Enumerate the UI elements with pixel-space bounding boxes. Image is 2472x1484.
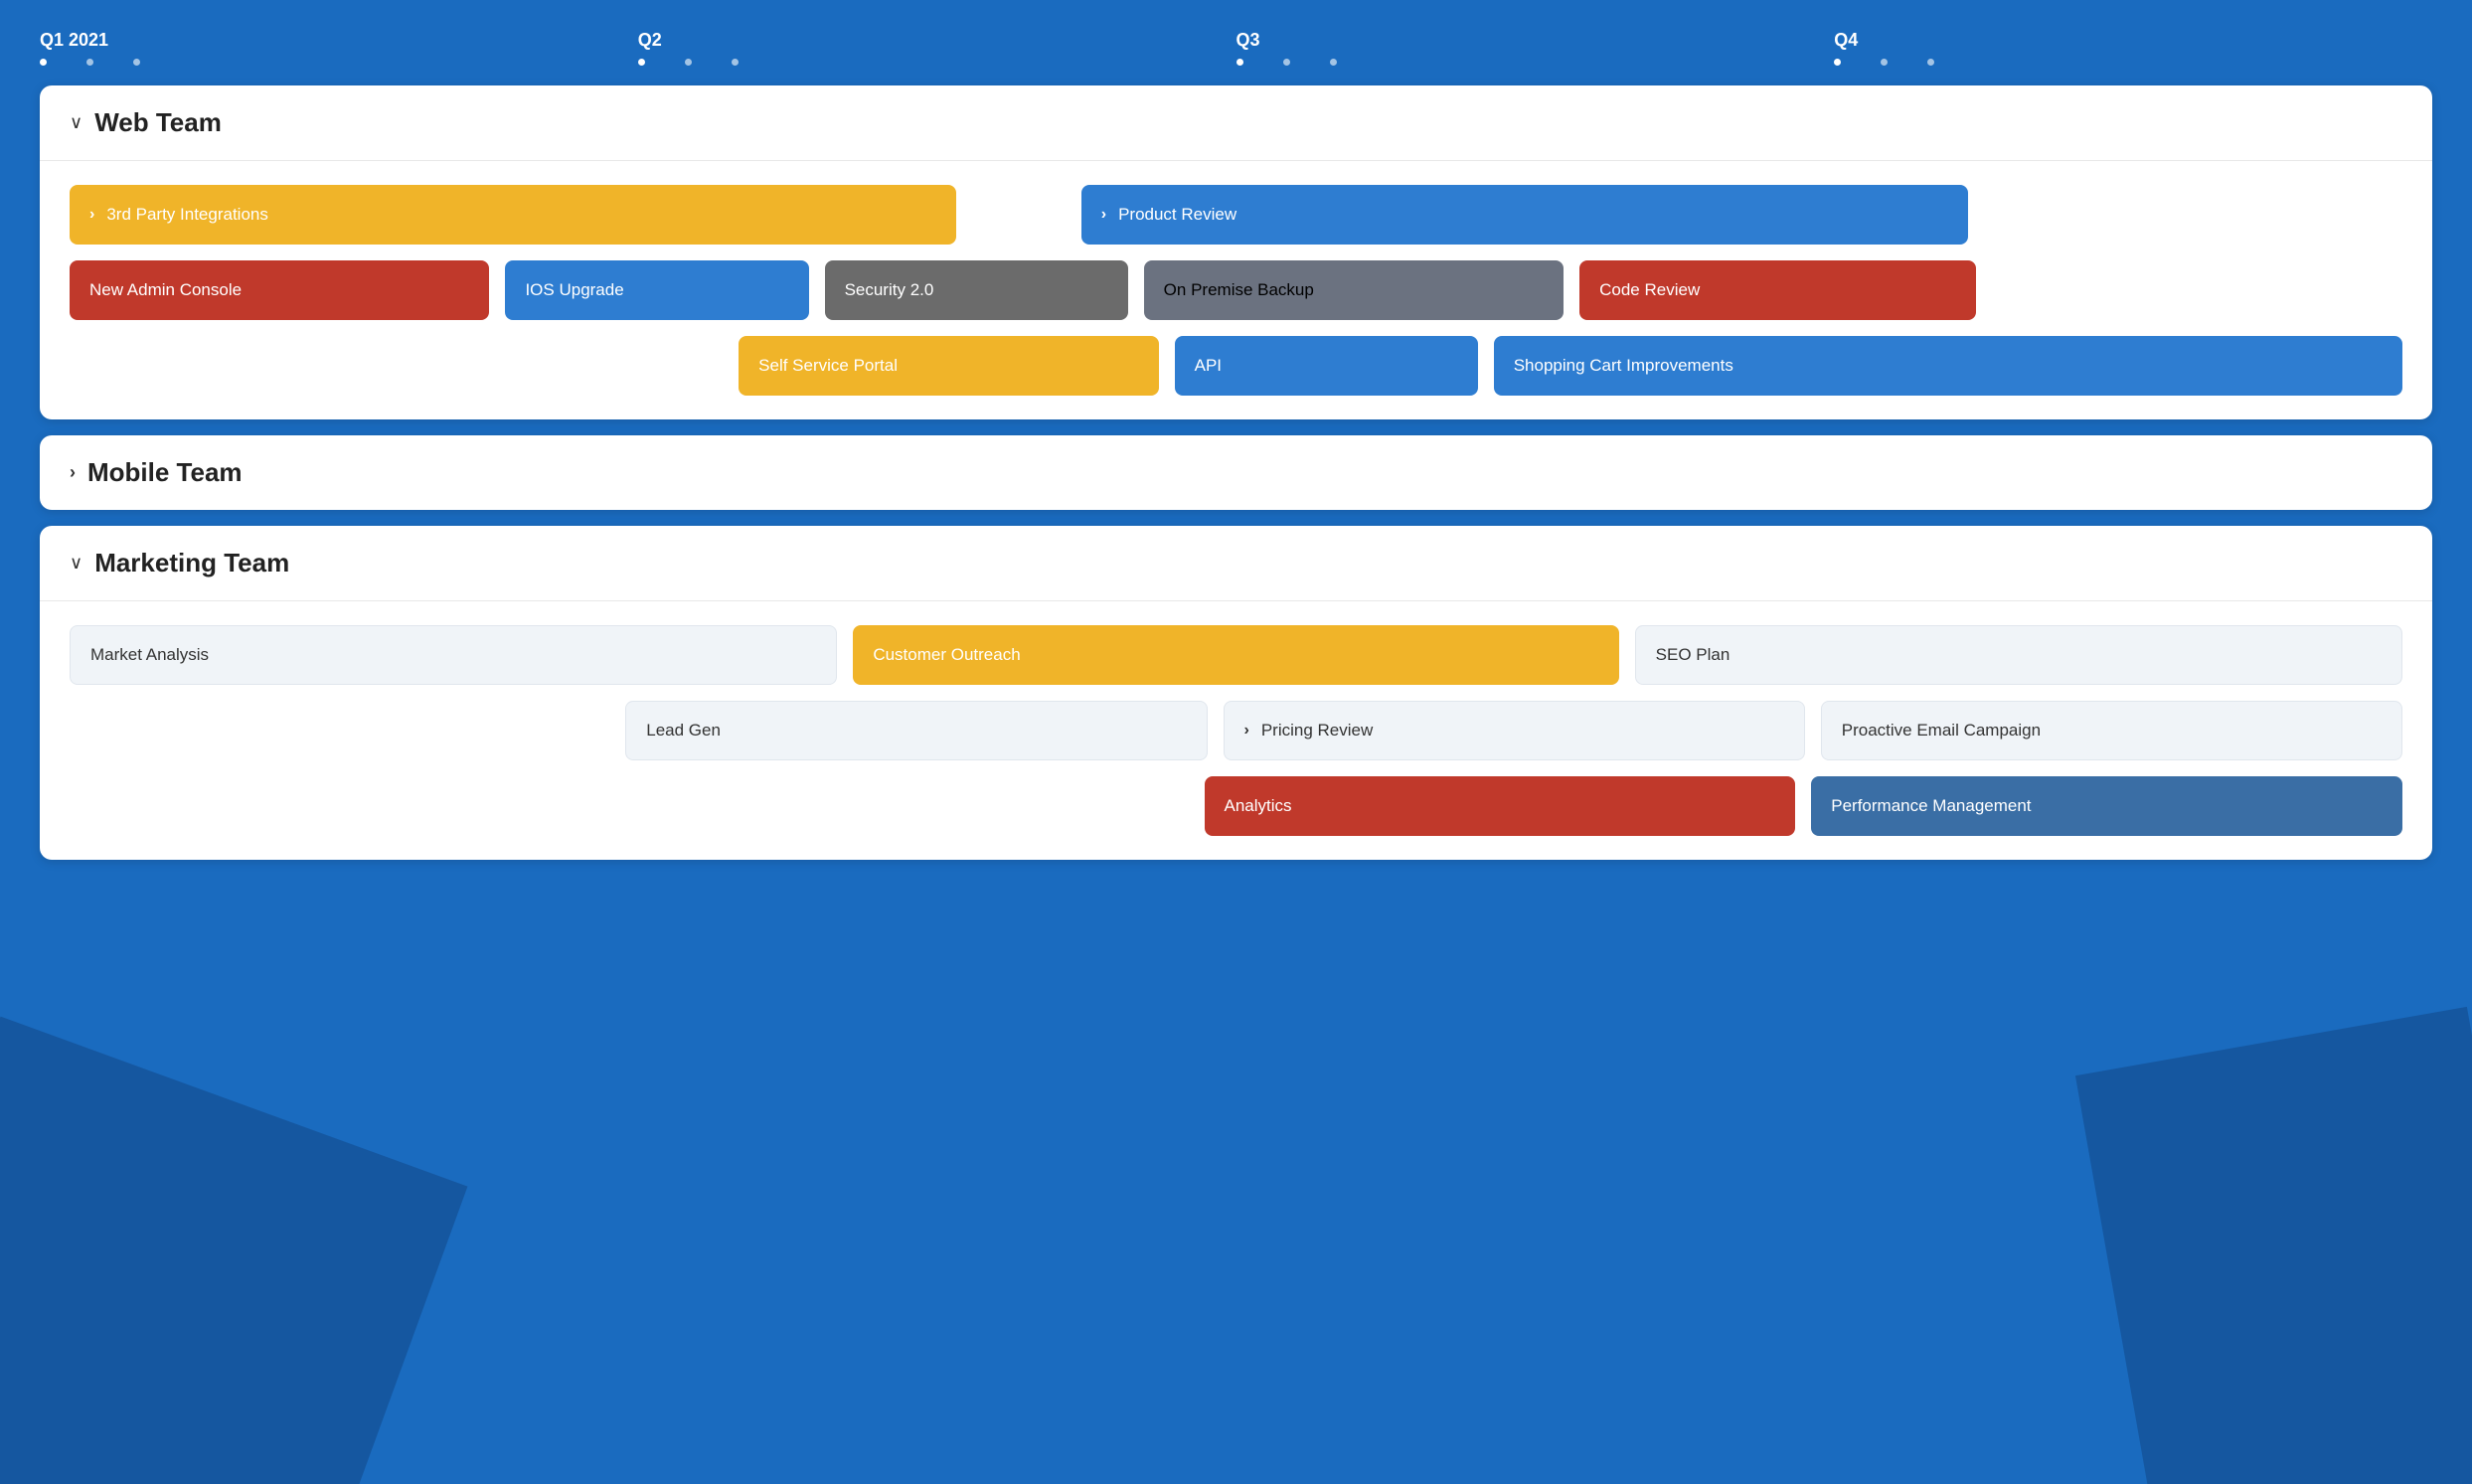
api-label: API (1195, 356, 1222, 376)
marketing-team-header[interactable]: ∨ Marketing Team (40, 526, 2432, 601)
q3-label: Q3 (1236, 30, 1835, 51)
dot (1881, 59, 1888, 66)
web-row-1: › 3rd Party Integrations › Product Revie… (70, 185, 2402, 245)
code-review-label: Code Review (1599, 280, 1700, 300)
quarter-q3: Q3 (1236, 30, 1835, 66)
on-premise-backup-label: On Premise Backup (1164, 280, 1314, 300)
mkt-row3-spacer2 (637, 776, 1189, 836)
mobile-team-section: › Mobile Team (40, 435, 2432, 510)
q2-label: Q2 (638, 30, 1236, 51)
seo-plan-card[interactable]: SEO Plan (1635, 625, 2402, 685)
dot (40, 59, 47, 66)
ios-upgrade-label: IOS Upgrade (525, 280, 623, 300)
dot (1834, 59, 1841, 66)
3rd-party-integrations-label: 3rd Party Integrations (106, 205, 268, 225)
market-analysis-card[interactable]: Market Analysis (70, 625, 837, 685)
code-review-card[interactable]: Code Review (1579, 260, 1976, 320)
new-admin-console-card[interactable]: New Admin Console (70, 260, 489, 320)
self-service-portal-card[interactable]: Self Service Portal (739, 336, 1158, 396)
marketing-row-2: Lead Gen › Pricing Review Proactive Emai… (70, 701, 2402, 760)
web-team-title: Web Team (94, 107, 222, 138)
product-review-card[interactable]: › Product Review (1081, 185, 1968, 245)
performance-management-label: Performance Management (1831, 796, 2031, 816)
q4-label: Q4 (1834, 30, 2432, 51)
on-premise-backup-card[interactable]: On Premise Backup (1144, 260, 1564, 320)
3rd-party-integrations-card[interactable]: › 3rd Party Integrations (70, 185, 956, 245)
marketing-team-title: Marketing Team (94, 548, 289, 578)
performance-management-card[interactable]: Performance Management (1811, 776, 2402, 836)
web-team-body: › 3rd Party Integrations › Product Revie… (40, 161, 2432, 419)
proactive-email-campaign-card[interactable]: Proactive Email Campaign (1821, 701, 2402, 760)
mkt-row2-spacer (70, 701, 609, 760)
dot (685, 59, 692, 66)
q3-dots (1236, 59, 1835, 66)
web-team-header[interactable]: ∨ Web Team (40, 85, 2432, 161)
dot (1330, 59, 1337, 66)
analytics-card[interactable]: Analytics (1205, 776, 1796, 836)
lead-gen-card[interactable]: Lead Gen (625, 701, 1207, 760)
marketing-team-body: Market Analysis Customer Outreach SEO Pl… (40, 601, 2432, 860)
q2-dots (638, 59, 1236, 66)
dot (1283, 59, 1290, 66)
product-review-label: Product Review (1118, 205, 1236, 225)
dot (1927, 59, 1934, 66)
pricing-review-card[interactable]: › Pricing Review (1224, 701, 1805, 760)
dot (133, 59, 140, 66)
web-team-toggle[interactable]: ∨ (70, 112, 82, 133)
marketing-row-3: Analytics Performance Management (70, 776, 2402, 836)
chevron-right-icon: › (1101, 206, 1106, 224)
dot (732, 59, 739, 66)
new-admin-console-label: New Admin Console (89, 280, 242, 300)
lead-gen-label: Lead Gen (646, 721, 721, 741)
mkt-row3-spacer1 (70, 776, 621, 836)
quarter-q2: Q2 (638, 30, 1236, 66)
web-team-section: ∨ Web Team › 3rd Party Integrations › Pr… (40, 85, 2432, 419)
pricing-review-label: Pricing Review (1261, 721, 1373, 741)
dot (638, 59, 645, 66)
spacer (972, 185, 1066, 245)
timeline-quarters: Q1 2021 Q2 Q3 (40, 30, 2432, 66)
chevron-right-icon: › (89, 206, 94, 224)
market-analysis-label: Market Analysis (90, 645, 209, 665)
web-row-2: New Admin Console IOS Upgrade Security 2… (70, 260, 2402, 320)
shopping-cart-improvements-card[interactable]: Shopping Cart Improvements (1494, 336, 2402, 396)
q4-dots (1834, 59, 2432, 66)
page-wrapper: Q1 2021 Q2 Q3 (0, 0, 2472, 915)
proactive-email-campaign-label: Proactive Email Campaign (1842, 721, 2041, 741)
q1-label: Q1 2021 (40, 30, 638, 51)
customer-outreach-label: Customer Outreach (873, 645, 1020, 665)
timeline-header: Q1 2021 Q2 Q3 (40, 20, 2432, 85)
quarter-q4: Q4 (1834, 30, 2432, 66)
marketing-row-1: Market Analysis Customer Outreach SEO Pl… (70, 625, 2402, 685)
chevron-right-icon: › (1244, 722, 1249, 740)
analytics-label: Analytics (1225, 796, 1292, 816)
self-service-portal-label: Self Service Portal (758, 356, 898, 376)
seo-plan-label: SEO Plan (1656, 645, 1730, 665)
shopping-cart-improvements-label: Shopping Cart Improvements (1514, 356, 1733, 376)
row3-spacer (70, 336, 723, 396)
customer-outreach-card[interactable]: Customer Outreach (853, 625, 1618, 685)
marketing-team-section: ∨ Marketing Team Market Analysis Custome… (40, 526, 2432, 860)
ios-upgrade-card[interactable]: IOS Upgrade (505, 260, 808, 320)
dot (86, 59, 93, 66)
dot (1236, 59, 1243, 66)
marketing-team-toggle[interactable]: ∨ (70, 553, 82, 574)
web-row-3: Self Service Portal API Shopping Cart Im… (70, 336, 2402, 396)
q1-dots (40, 59, 638, 66)
security-20-card[interactable]: Security 2.0 (825, 260, 1128, 320)
mobile-team-header[interactable]: › Mobile Team (40, 435, 2432, 510)
quarter-q1: Q1 2021 (40, 30, 638, 66)
api-card[interactable]: API (1175, 336, 1478, 396)
mobile-team-title: Mobile Team (87, 457, 243, 488)
mobile-team-toggle[interactable]: › (70, 462, 76, 483)
security-20-label: Security 2.0 (845, 280, 934, 300)
